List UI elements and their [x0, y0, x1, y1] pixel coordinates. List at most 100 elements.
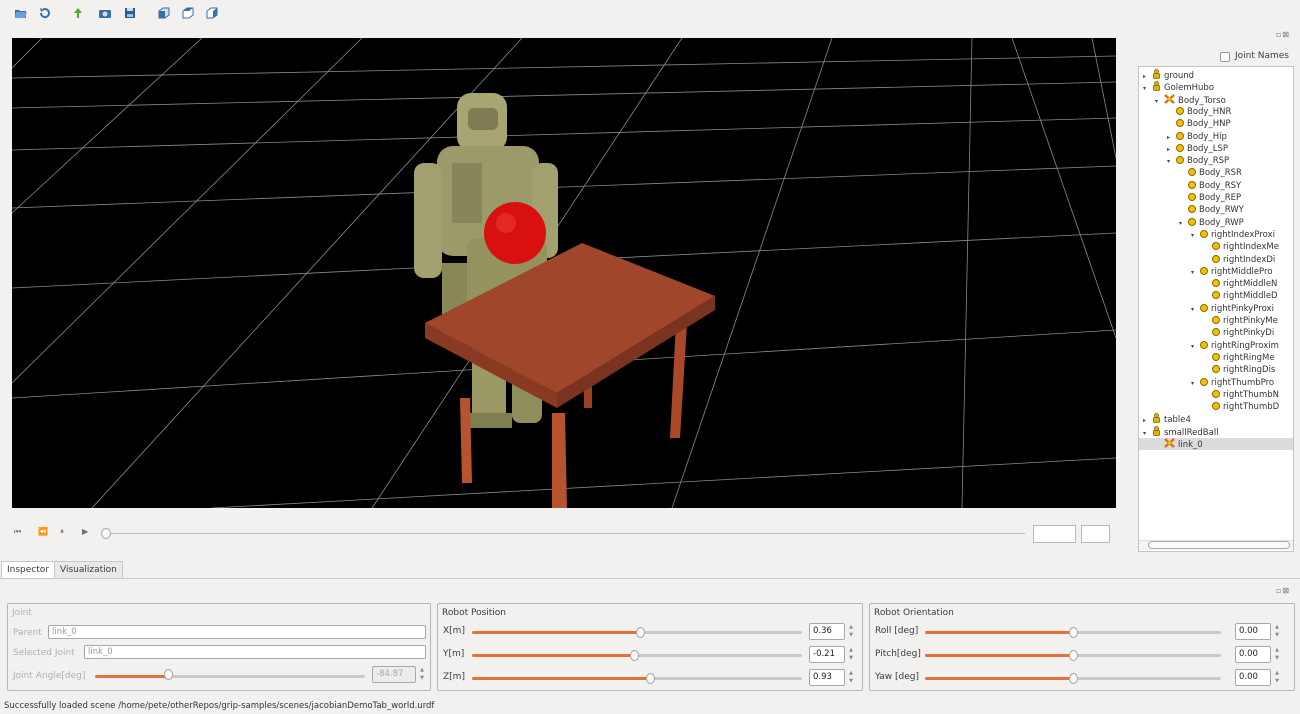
save-icon[interactable] — [122, 6, 138, 20]
scrollbar-thumb[interactable] — [1148, 541, 1290, 549]
top-view-icon[interactable] — [180, 6, 196, 20]
tree-node[interactable]: rightRingMe — [1203, 352, 1275, 364]
joint-angle-slider-fill — [95, 675, 168, 678]
orientation-stepper[interactable]: ▲ ▼ — [1273, 646, 1281, 663]
position-slider-fill — [472, 654, 634, 657]
expand-right-icon[interactable]: ▸ — [1167, 144, 1176, 156]
tab-visualization[interactable]: Visualization — [54, 561, 123, 579]
position-stepper[interactable]: ▲ ▼ — [847, 623, 855, 640]
tree-node[interactable]: ▾ smallRedBall — [1143, 425, 1219, 438]
expand-down-icon[interactable]: ▾ — [1191, 267, 1200, 279]
expand-right-icon[interactable]: ▸ — [1167, 132, 1176, 144]
orientation-slider-handle[interactable] — [1069, 673, 1078, 684]
joint-angle-spinbox[interactable]: -84.87 — [372, 666, 416, 683]
3d-viewport[interactable] — [12, 38, 1116, 508]
joint-angle-handle[interactable] — [164, 669, 173, 680]
orientation-spinbox[interactable]: 0.00 — [1235, 646, 1271, 663]
run-icon[interactable] — [70, 6, 86, 20]
tree-node[interactable]: Body_HNP — [1167, 118, 1231, 130]
tree-node[interactable]: ▾ rightThumbPro — [1191, 377, 1274, 389]
tree-node[interactable]: Body_HNR — [1167, 106, 1231, 118]
dock-controls-bottom[interactable]: ▫⊠ — [1276, 586, 1290, 595]
tree-node[interactable]: rightRingDis — [1203, 364, 1275, 376]
orientation-slider-handle[interactable] — [1069, 650, 1078, 661]
tree-node[interactable]: Body_RSR — [1179, 167, 1242, 179]
frame-input[interactable] — [1033, 525, 1076, 543]
tree-node-label: Body_Hip — [1187, 131, 1227, 142]
side-view-icon[interactable] — [204, 6, 220, 20]
tree-node[interactable]: ▸ Body_LSP — [1167, 143, 1228, 155]
position-slider-handle[interactable] — [636, 627, 645, 638]
timeline-handle[interactable] — [101, 528, 111, 539]
tree-node[interactable]: ▾ GolemHubo — [1143, 81, 1214, 93]
orientation-stepper[interactable]: ▲ ▼ — [1273, 623, 1281, 640]
tree-node[interactable]: ▸ table4 — [1143, 413, 1191, 425]
tree-node[interactable]: ▾ rightPinkyProxi — [1191, 303, 1274, 315]
tree-node-label: Body_RSR — [1199, 168, 1242, 179]
tree-node[interactable]: rightMiddleD — [1203, 290, 1278, 302]
tree-node[interactable]: Body_REP — [1179, 192, 1241, 204]
tree-node[interactable]: rightPinkyMe — [1203, 315, 1278, 327]
step-input[interactable] — [1081, 525, 1110, 543]
tree-node[interactable]: link_0 — [1139, 438, 1293, 450]
tree-node[interactable]: ▾ rightRingProxim — [1191, 340, 1279, 352]
pause-icon[interactable]: ⏸ — [60, 527, 64, 537]
link-icon — [1212, 242, 1220, 251]
orientation-spinbox[interactable]: 0.00 — [1235, 669, 1271, 686]
tree-node-label: Body_RWP — [1199, 217, 1244, 228]
tree-node[interactable]: ▾ rightIndexProxi — [1191, 229, 1275, 241]
dock-controls[interactable]: ▫⊠ — [1276, 30, 1290, 39]
position-stepper[interactable]: ▲ ▼ — [847, 669, 855, 686]
position-slider-handle[interactable] — [646, 673, 655, 684]
position-spinbox[interactable]: 0.93 — [809, 669, 845, 686]
expand-down-icon[interactable]: ▾ — [1191, 304, 1200, 316]
tree-node[interactable]: rightMiddleN — [1203, 278, 1277, 290]
position-spinbox[interactable]: -0.21 — [809, 646, 845, 663]
tree-node[interactable]: ▾ Body_RWP — [1179, 217, 1244, 229]
skip-start-icon[interactable]: ⏮ — [14, 527, 21, 537]
expand-down-icon[interactable]: ▾ — [1191, 378, 1200, 390]
expand-down-icon[interactable]: ▾ — [1155, 96, 1164, 108]
expand-down-icon[interactable]: ▾ — [1179, 218, 1188, 230]
scene-tree[interactable]: ▸ ground ▾ GolemHubo ▾ Body_Torso Body_HNR Body… — [1138, 66, 1294, 552]
selected-joint-field[interactable]: link_0 — [84, 645, 426, 659]
position-stepper[interactable]: ▲ ▼ — [847, 646, 855, 663]
expand-down-icon[interactable]: ▾ — [1191, 230, 1200, 242]
camera-icon[interactable] — [97, 6, 113, 20]
tree-node[interactable]: rightThumbN — [1203, 389, 1279, 401]
position-slider-handle[interactable] — [630, 650, 639, 661]
play-icon[interactable]: ▶ — [82, 527, 88, 536]
joint-angle-stepper[interactable]: ▲ ▼ — [418, 666, 426, 683]
front-view-icon[interactable] — [156, 6, 172, 20]
timeline-slider[interactable] — [105, 533, 1025, 534]
tree-node[interactable]: ▾ Body_Torso — [1155, 93, 1226, 108]
tab-divider — [0, 578, 1300, 579]
tree-node[interactable]: ▸ ground — [1143, 69, 1194, 81]
tree-node[interactable]: ▾ rightMiddlePro — [1191, 266, 1273, 278]
position-spinbox[interactable]: 0.36 — [809, 623, 845, 640]
tree-node[interactable]: Body_RWY — [1179, 204, 1244, 216]
orientation-stepper[interactable]: ▲ ▼ — [1273, 669, 1281, 686]
tree-node[interactable]: rightPinkyDi — [1203, 327, 1274, 339]
tree-node[interactable]: rightIndexDi — [1203, 254, 1275, 266]
tree-node[interactable]: Body_RSY — [1179, 180, 1241, 192]
tree-node[interactable]: rightThumbD — [1203, 401, 1279, 413]
expand-down-icon[interactable]: ▾ — [1143, 83, 1152, 95]
tree-node-label: GolemHubo — [1164, 83, 1215, 94]
parent-field[interactable]: link_0 — [48, 625, 426, 639]
rewind-icon[interactable]: ⏪ — [38, 527, 48, 536]
joint-names-checkbox[interactable] — [1220, 52, 1230, 62]
tab-inspector[interactable]: Inspector — [1, 561, 55, 579]
orientation-slider-handle[interactable] — [1069, 627, 1078, 638]
tree-node[interactable]: ▾ Body_RSP — [1167, 155, 1229, 167]
joint-group-title: Joint — [12, 608, 32, 618]
expand-down-icon[interactable]: ▾ — [1167, 156, 1176, 168]
link-icon — [1188, 205, 1196, 214]
reload-icon[interactable] — [37, 6, 53, 20]
tree-node-label: rightThumbN — [1223, 389, 1279, 400]
expand-down-icon[interactable]: ▾ — [1191, 341, 1200, 353]
tree-node[interactable]: rightIndexMe — [1203, 241, 1279, 253]
tree-node[interactable]: ▸ Body_Hip — [1167, 131, 1227, 143]
orientation-spinbox[interactable]: 0.00 — [1235, 623, 1271, 640]
open-folder-icon[interactable] — [13, 6, 29, 20]
